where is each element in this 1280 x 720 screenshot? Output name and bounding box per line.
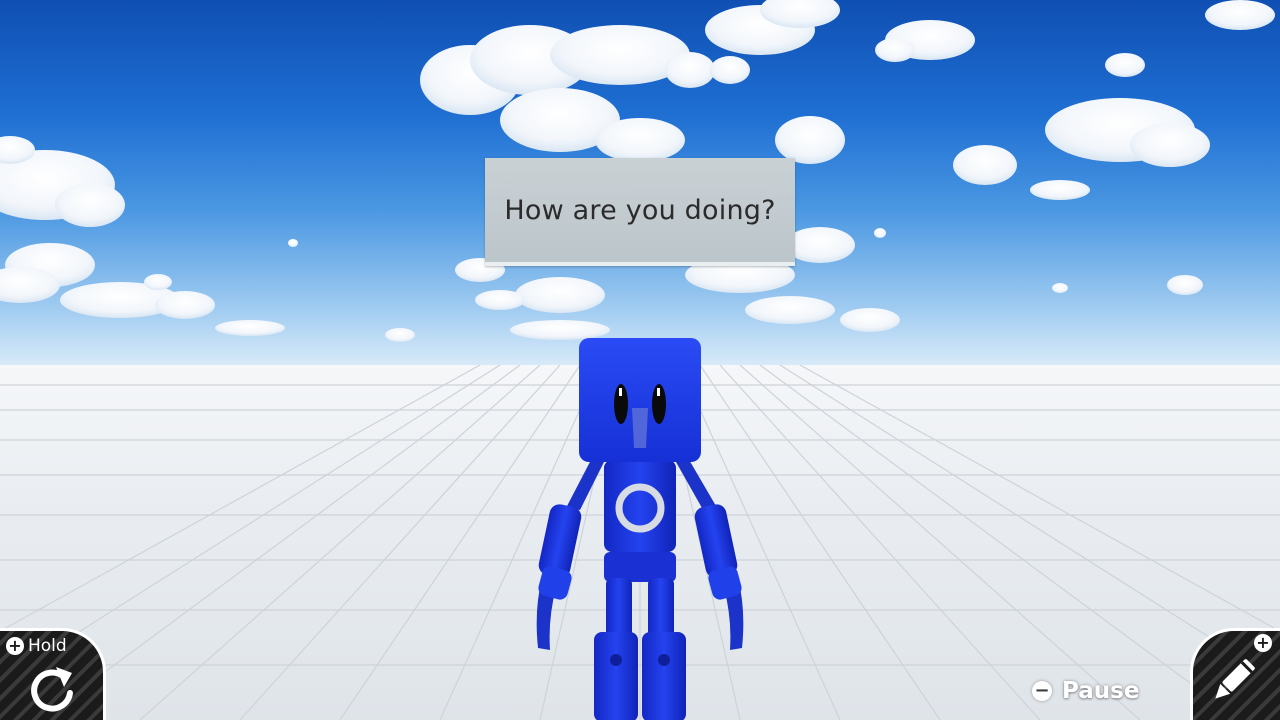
game-viewport: How are you doing? + Hold − Pause + — [0, 0, 1280, 720]
hold-text: Hold — [28, 636, 67, 656]
plus-icon: + — [6, 637, 24, 655]
plus-icon: + — [1254, 634, 1272, 652]
head — [579, 338, 701, 462]
legs — [594, 578, 686, 720]
pencil-icon — [1215, 659, 1255, 699]
minus-icon: − — [1032, 681, 1052, 701]
rotate-icon — [31, 667, 73, 712]
player-character[interactable] — [520, 330, 760, 720]
left-arm — [536, 458, 604, 650]
pause-control[interactable]: − Pause — [1032, 678, 1139, 704]
speech-text: How are you doing? — [504, 194, 776, 226]
hold-label: + Hold — [6, 636, 67, 656]
torso — [604, 460, 676, 582]
speech-sign: How are you doing? — [485, 158, 795, 266]
pause-label: Pause — [1062, 678, 1140, 704]
right-arm — [676, 458, 744, 650]
nose — [632, 408, 648, 448]
